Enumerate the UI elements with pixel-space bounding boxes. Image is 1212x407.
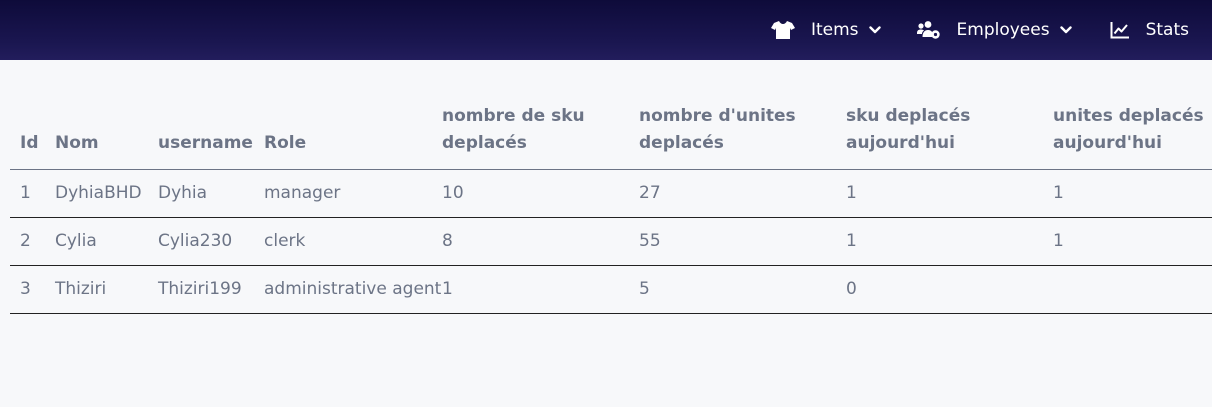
column-header-username: username	[158, 103, 264, 170]
cell-nom: DyhiaBHD	[55, 169, 158, 218]
cell-units-moved: 55	[639, 217, 846, 266]
employees-table: Id Nom username Role nombre de sku depla…	[10, 103, 1212, 314]
top-navbar: Items Employees Stats	[0, 0, 1212, 60]
column-header-id: Id	[10, 103, 55, 170]
nav-stats-link[interactable]: Stats	[1110, 0, 1189, 60]
cell-nom: Cylia	[55, 217, 158, 266]
table-row: 2 Cylia Cylia230 clerk 8 55 1 1	[10, 217, 1212, 266]
column-header-units-moved: nombre d'unites deplacés	[639, 103, 846, 170]
cell-role: manager	[264, 169, 442, 218]
nav-stats-label: Stats	[1145, 20, 1189, 40]
main-content: Id Nom username Role nombre de sku depla…	[10, 60, 1212, 314]
column-header-sku-today: sku deplacés aujourd'hui	[846, 103, 1053, 170]
cell-sku-today: 0	[846, 265, 1053, 314]
cell-units-today: 1	[1053, 217, 1212, 266]
cell-username: Thiziri199	[158, 265, 264, 314]
cell-id: 2	[10, 217, 55, 266]
tshirt-icon	[770, 20, 795, 40]
cell-sku-moved: 1	[442, 265, 639, 314]
column-header-sku-moved: nombre de sku deplacés	[442, 103, 639, 170]
cell-role: administrative agent	[264, 265, 442, 314]
chevron-down-icon	[868, 25, 881, 35]
users-cog-icon	[916, 20, 941, 40]
cell-units-today: 1	[1053, 169, 1212, 218]
cell-id: 3	[10, 265, 55, 314]
cell-sku-moved: 8	[442, 217, 639, 266]
column-header-nom: Nom	[55, 103, 158, 170]
cell-sku-moved: 10	[442, 169, 639, 218]
table-row: 1 DyhiaBHD Dyhia manager 10 27 1 1	[10, 169, 1212, 218]
table-header-row: Id Nom username Role nombre de sku depla…	[10, 103, 1212, 170]
nav-items-label: Items	[810, 20, 859, 40]
chart-line-icon	[1110, 21, 1130, 39]
nav-items-dropdown[interactable]: Items	[770, 0, 881, 60]
cell-role: clerk	[264, 217, 442, 266]
nav-employees-label: Employees	[956, 20, 1050, 40]
cell-units-today	[1053, 265, 1212, 314]
nav-employees-dropdown[interactable]: Employees	[916, 0, 1072, 60]
cell-id: 1	[10, 169, 55, 218]
cell-username: Dyhia	[158, 169, 264, 218]
cell-sku-today: 1	[846, 169, 1053, 218]
table-row: 3 Thiziri Thiziri199 administrative agen…	[10, 265, 1212, 314]
cell-units-moved: 5	[639, 265, 846, 314]
cell-nom: Thiziri	[55, 265, 158, 314]
column-header-units-today: unites deplacés aujourd'hui	[1053, 103, 1212, 170]
column-header-role: Role	[264, 103, 442, 170]
cell-sku-today: 1	[846, 217, 1053, 266]
cell-units-moved: 27	[639, 169, 846, 218]
chevron-down-icon	[1059, 25, 1072, 35]
cell-username: Cylia230	[158, 217, 264, 266]
